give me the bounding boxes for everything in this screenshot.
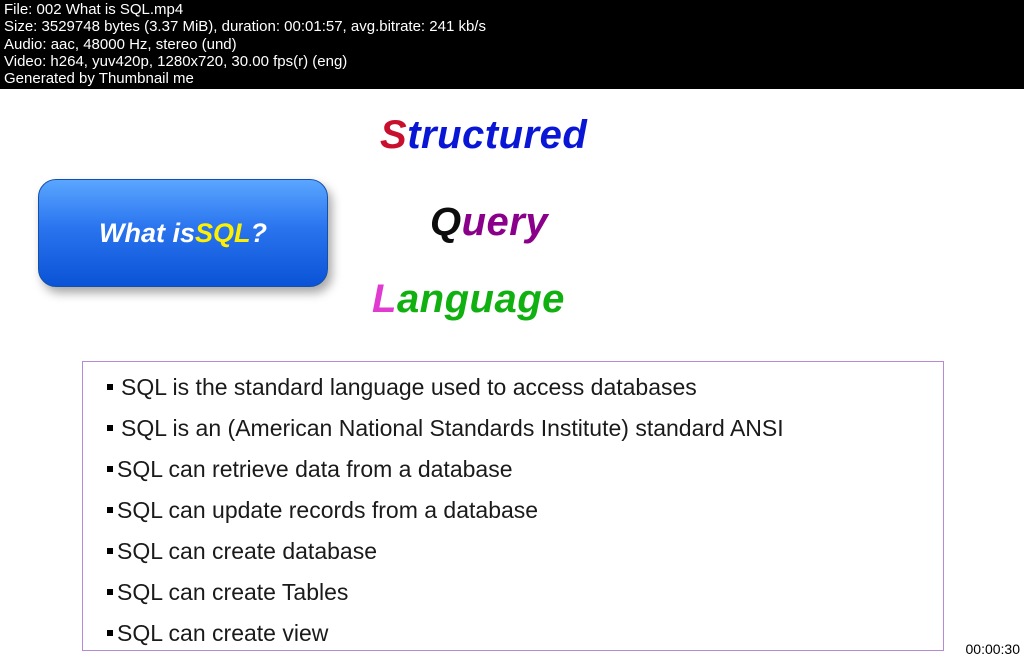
meta-generator: Generated by Thumbnail me <box>4 70 1020 87</box>
button-prefix: What is <box>99 218 195 249</box>
video-metadata-bar: File: 002 What is SQL.mp4 Size: 3529748 … <box>0 0 1024 89</box>
list-item: SQL is an (American National Standards I… <box>107 415 935 442</box>
letter-l: L <box>372 277 397 321</box>
list-item: SQL can create view <box>107 620 935 647</box>
meta-file: File: 002 What is SQL.mp4 <box>4 1 1020 18</box>
list-item: SQL is the standard language used to acc… <box>107 374 935 401</box>
rest-anguage: anguage <box>397 277 565 321</box>
list-item: SQL can retrieve data from a database <box>107 456 935 483</box>
what-is-sql-button: What is SQL ? <box>38 179 328 287</box>
rest-tructured: tructured <box>407 113 587 157</box>
letter-q: Q <box>430 200 462 244</box>
button-suffix: ? <box>251 218 268 249</box>
button-sql: SQL <box>195 218 251 249</box>
frame-timestamp: 00:00:30 <box>966 641 1021 657</box>
meta-size: Size: 3529748 bytes (3.37 MiB), duration… <box>4 18 1020 35</box>
title-query: Query <box>430 200 770 245</box>
letter-s: S <box>380 113 407 157</box>
rest-uery: uery <box>462 200 549 244</box>
list-item: SQL can create database <box>107 538 935 565</box>
sql-facts-list: SQL is the standard language used to acc… <box>107 374 935 647</box>
meta-audio: Audio: aac, 48000 Hz, stereo (und) <box>4 36 1020 53</box>
meta-video: Video: h264, yuv420p, 1280x720, 30.00 fp… <box>4 53 1020 70</box>
title-language: Language <box>372 277 770 322</box>
list-item: SQL can update records from a database <box>107 497 935 524</box>
sql-facts-box: SQL is the standard language used to acc… <box>82 361 944 651</box>
list-item: SQL can create Tables <box>107 579 935 606</box>
title-structured: Structured <box>380 113 770 158</box>
sql-acronym-title: Structured Query Language <box>370 113 770 322</box>
